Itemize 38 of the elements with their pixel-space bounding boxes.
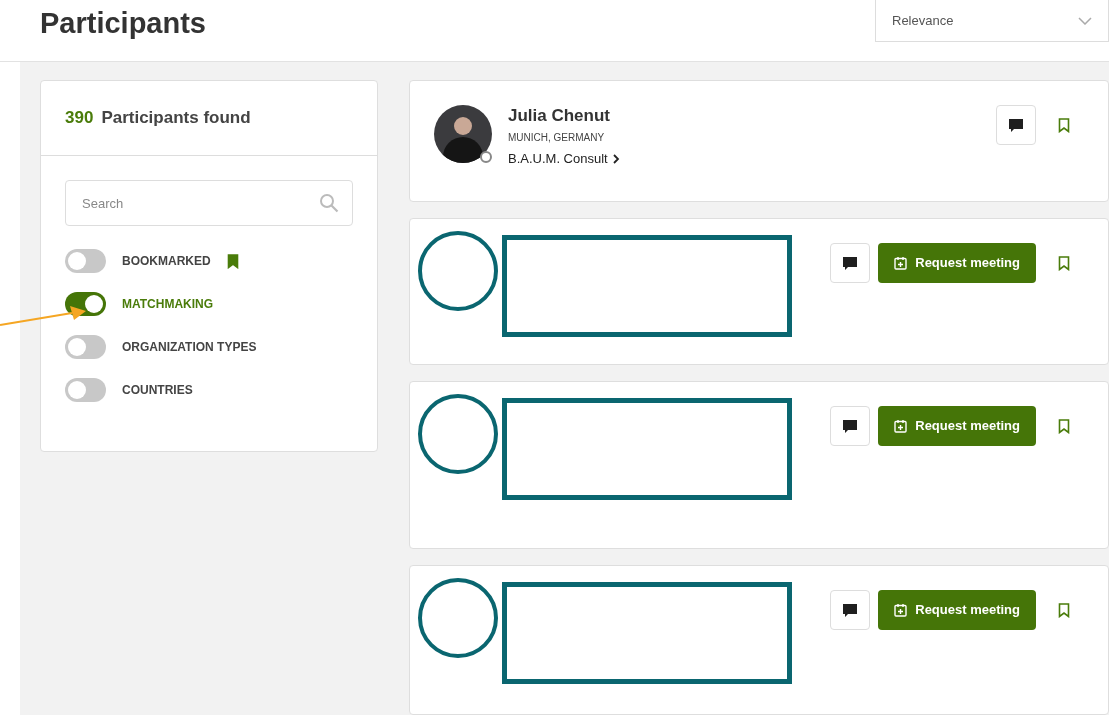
chevron-icon (611, 154, 620, 164)
bookmark-icon (1058, 255, 1070, 271)
calendar-add-icon (894, 603, 908, 617)
bookmark-icon (1058, 117, 1070, 133)
message-button[interactable] (830, 243, 871, 283)
result-label: Participants found (101, 107, 251, 130)
participant-name: Julia Chenut (508, 105, 611, 127)
chevron-down-icon (1078, 16, 1092, 25)
toggle-label: COUNTRIES (122, 382, 193, 399)
toggle-label: BOOKMARKED (122, 253, 211, 270)
message-button[interactable] (996, 105, 1036, 145)
result-count: 390 (65, 107, 94, 130)
sort-dropdown[interactable]: Relevance (875, 0, 1109, 42)
toggle-switch[interactable] (65, 378, 106, 402)
toggle-switch[interactable] (65, 249, 106, 273)
avatar-silhouette (434, 105, 492, 163)
toggle-label: ORGANIZATION TYPES (122, 339, 257, 356)
chat-icon (842, 418, 859, 434)
page-title: Participants (40, 6, 206, 41)
calendar-add-icon (894, 419, 908, 433)
bookmark-icon (226, 253, 239, 269)
request-meeting-button[interactable]: Request meeting (878, 590, 1036, 630)
participant-location: MUNICH, GERMANY (508, 131, 606, 146)
request-meeting-button[interactable]: Request meeting (878, 243, 1036, 283)
chat-icon (1008, 117, 1024, 133)
bookmark-icon (1058, 418, 1070, 434)
chat-icon (842, 255, 859, 271)
bookmark-icon (1058, 602, 1070, 618)
search-field[interactable]: Search (65, 180, 353, 226)
message-button[interactable] (830, 406, 871, 446)
request-meeting-button[interactable]: Request meeting (878, 406, 1036, 446)
search-icon (319, 193, 339, 213)
organization-link[interactable]: B.A.U.M. Consult (508, 149, 620, 169)
calendar-add-icon (894, 256, 908, 270)
toggle-switch[interactable] (65, 335, 106, 359)
chat-icon (842, 602, 859, 618)
toggle-label: MATCHMAKING (122, 296, 214, 313)
message-button[interactable] (830, 590, 871, 630)
